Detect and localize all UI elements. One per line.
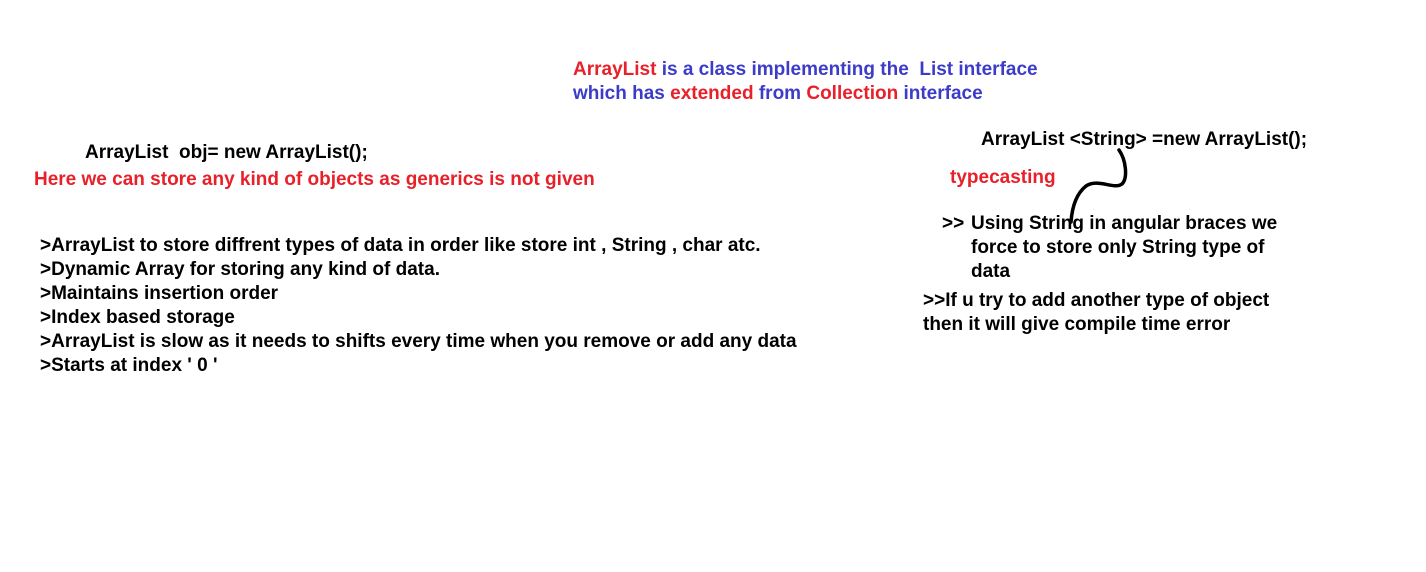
right-point-1-marker: >> <box>942 213 965 234</box>
curved-arrow-icon <box>1069 148 1128 224</box>
right-point-1-line: force to store only String type of <box>971 237 1265 258</box>
right-point-2-line: >>If u try to add another type of object <box>923 290 1270 311</box>
right-point-2-line: then it will give compile time error <box>923 314 1231 335</box>
right-point-1-line: Using String in angular braces we <box>971 213 1278 234</box>
right-point-2: >>If u try to add another type of object… <box>923 289 1269 337</box>
right-point-1: Using String in angular braces we force … <box>971 212 1277 284</box>
right-point-1-line: data <box>971 261 1011 282</box>
